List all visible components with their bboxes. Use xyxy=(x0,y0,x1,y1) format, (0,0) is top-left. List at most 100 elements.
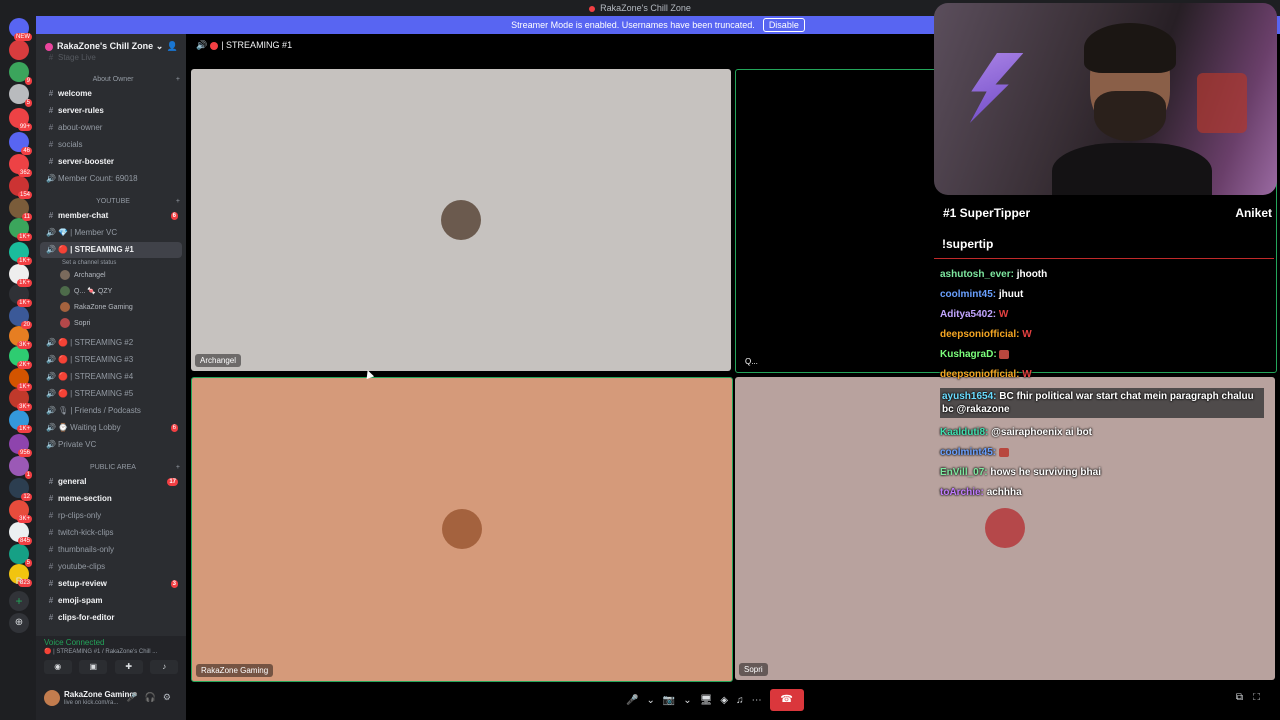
discover-icon[interactable]: ⊕ xyxy=(9,613,29,633)
channel-member-count-69018[interactable]: 🔊 Member Count: 69018 xyxy=(40,171,182,187)
server-icon[interactable]: 99+ xyxy=(9,108,32,131)
server-icon[interactable]: 2K+ xyxy=(9,346,32,369)
server-icon[interactable]: 3K+ xyxy=(9,326,32,349)
activities-icon[interactable]: ◈ xyxy=(720,695,728,706)
camera-toggle-icon[interactable]: 📷 xyxy=(663,695,675,706)
channel-clips-for-editor[interactable]: # clips-for-editor xyxy=(40,610,182,626)
voice-user[interactable]: Archangel xyxy=(60,268,106,283)
chat-message: coolmint45: jhuut xyxy=(940,288,1260,301)
channel-twitch-kick-clips[interactable]: # twitch-kick-clips xyxy=(40,525,182,541)
hash-icon: # xyxy=(48,596,54,605)
mention-badge: 17 xyxy=(167,478,178,486)
server-icon[interactable]: 46 xyxy=(9,132,32,155)
server-icon[interactable]: 20 xyxy=(9,306,32,329)
voice-user[interactable]: Sopri xyxy=(60,316,90,331)
voice-user[interactable]: Q... 🍬 QZY xyxy=(60,284,112,299)
more-icon[interactable]: ⋯ xyxy=(752,695,762,706)
channel-streaming-2[interactable]: 🔊 🔴 | STREAMING #2 xyxy=(40,335,182,351)
username: RakaZone Gaming xyxy=(64,690,135,699)
server-icon[interactable]: 3K+ xyxy=(9,388,32,411)
screen-share-icon[interactable]: 🖥 xyxy=(700,695,713,706)
server-icon[interactable]: 11 xyxy=(9,198,32,221)
channel-server-rules[interactable]: # server-rules xyxy=(40,103,182,119)
server-icon[interactable]: 1K+ xyxy=(9,410,32,433)
chat-message: coolmint45: xyxy=(940,446,1260,459)
participant-tile-rakazone-gaming[interactable]: RakaZone Gaming xyxy=(191,377,733,682)
server-icon[interactable]: 5 xyxy=(9,544,32,567)
channel-friends-podcasts[interactable]: 🔊 🎙 | Friends / Podcasts xyxy=(40,403,182,419)
channel-label: server-booster xyxy=(58,157,115,166)
channel-emoji-spam[interactable]: # emoji-spam xyxy=(40,593,182,609)
channel-socials[interactable]: # socials xyxy=(40,137,182,153)
server-icon[interactable]: 956 xyxy=(9,434,32,457)
category-youtube[interactable]: YOUTUBE + xyxy=(44,195,182,209)
server-icon[interactable]: 1K+ xyxy=(9,368,32,391)
channel-thumbnails-only[interactable]: # thumbnails-only xyxy=(40,542,182,558)
stage-window-controls[interactable]: ⧉⛶ xyxy=(1236,692,1270,703)
streamer-beard xyxy=(1094,91,1166,141)
supertip-command: !supertip xyxy=(934,229,1274,259)
channel-rp-clips-only[interactable]: # rp-clips-only xyxy=(40,508,182,524)
mention-badge: 3 xyxy=(170,580,178,588)
server-icon[interactable]: 154 xyxy=(9,176,32,199)
category-about-owner[interactable]: About Owner + xyxy=(44,73,182,87)
server-icon[interactable]: 1 xyxy=(9,456,32,479)
server-icon[interactable]: 1K+ xyxy=(9,218,32,241)
voice-channel-sub[interactable]: 🔴 | STREAMING #1 / RakaZone's Chill ... xyxy=(44,648,157,655)
disable-streamer-mode-button[interactable]: Disable xyxy=(762,18,805,32)
participant-tile-archangel[interactable]: Archangel xyxy=(191,69,731,371)
server-icon[interactable]: 1K+ xyxy=(9,264,32,287)
mic-toggle-icon[interactable]: 🎤 xyxy=(626,695,638,706)
server-icon[interactable]: 1K+ xyxy=(9,284,32,307)
add-server-icon[interactable]: + xyxy=(9,591,29,611)
camera-toggle-icon[interactable]: ◉ xyxy=(43,660,72,674)
channel-meme-section[interactable]: # meme-section xyxy=(40,491,182,507)
channel-streaming-5[interactable]: 🔊 🔴 | STREAMING #5 xyxy=(40,386,182,402)
channel-streaming-1[interactable]: 🔊 🔴 | STREAMING #1 xyxy=(40,242,182,258)
disconnect-button[interactable]: ☎ xyxy=(769,689,804,711)
channel-private-vc[interactable]: 🔊 Private VC xyxy=(40,437,182,453)
channel-member-vc[interactable]: 🔊 💎 | Member VC xyxy=(40,225,182,241)
participant-tile-sopri[interactable]: Sopri xyxy=(735,377,1275,680)
channel-member-chat[interactable]: # member-chat 6 xyxy=(40,208,182,224)
channel-general[interactable]: # general 17 xyxy=(40,474,182,490)
channel-welcome[interactable]: # welcome xyxy=(40,86,182,102)
chat-username: coolmint45: xyxy=(940,447,997,458)
server-icon[interactable]: 1K+ xyxy=(9,242,32,265)
server-badge: 1K+ xyxy=(17,257,32,265)
avatar[interactable] xyxy=(44,690,60,706)
speaker-icon: 🔊 xyxy=(46,372,56,381)
hash-icon: # xyxy=(48,140,54,149)
channel-waiting-lobby[interactable]: 🔊 ⌚ Waiting Lobby 6 xyxy=(40,420,182,436)
chevron-down-icon[interactable]: ⌄ xyxy=(683,695,691,706)
background-lamp xyxy=(1197,73,1247,133)
server-icon[interactable]: 12 xyxy=(9,478,32,501)
channel-setup-review[interactable]: # setup-review 3 xyxy=(40,576,182,592)
server-icon[interactable]: 362 xyxy=(9,154,32,177)
channel-youtube-clips[interactable]: # youtube-clips xyxy=(40,559,182,575)
soundboard-icon[interactable]: ♪ xyxy=(150,660,179,674)
channel-status-hint[interactable]: Set a channel status xyxy=(40,258,182,268)
server-badge: 1 xyxy=(24,471,32,479)
channel-about-owner[interactable]: # about-owner xyxy=(40,120,182,136)
server-icon[interactable]: 9 xyxy=(9,62,32,85)
user-controls[interactable]: 🎤🎧⚙ xyxy=(126,692,178,703)
server-icon[interactable]: 5 xyxy=(9,84,32,107)
category-public-area[interactable]: PUBLIC AREA + xyxy=(44,461,182,475)
channel-server-booster[interactable]: # server-booster xyxy=(40,154,182,170)
channel-streaming-3[interactable]: 🔊 🔴 | STREAMING #3 xyxy=(40,352,182,368)
channel-streaming-4[interactable]: 🔊 🔴 | STREAMING #4 xyxy=(40,369,182,385)
voice-user[interactable]: RakaZone Gaming xyxy=(60,300,133,315)
speaker-icon: 🔊 xyxy=(46,406,56,415)
voice-user-name: Q... 🍬 QZY xyxy=(74,288,113,295)
server-icon[interactable]: 3K+ xyxy=(9,500,32,523)
chevron-down-icon[interactable]: ⌄ xyxy=(646,695,654,706)
server-icon[interactable]: NEW xyxy=(9,18,32,41)
server-icon[interactable]: 845 xyxy=(9,522,32,545)
server-icon[interactable] xyxy=(9,40,29,60)
activity-icon[interactable]: ✚ xyxy=(114,660,143,674)
soundboard-icon[interactable]: ♫ xyxy=(736,695,744,706)
tipper-name: Aniket xyxy=(1235,206,1272,220)
guild-r-icon[interactable]: R xyxy=(9,571,29,591)
screen-share-icon[interactable]: ▣ xyxy=(79,660,108,674)
